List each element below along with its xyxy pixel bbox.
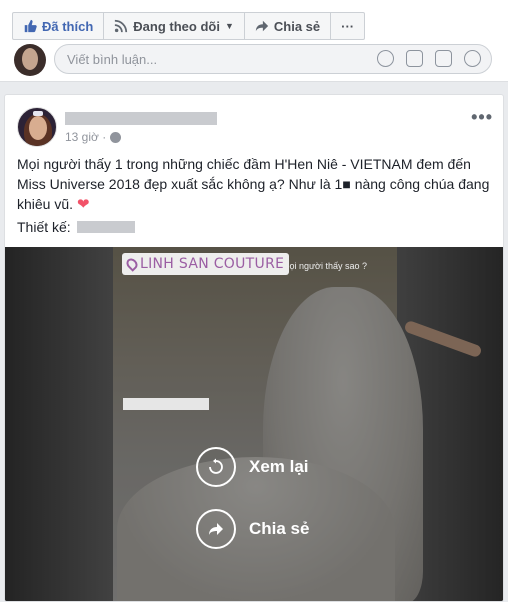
location-tag-label: LINH SAN COUTURE xyxy=(140,256,285,272)
design-credit: Thiết kế: xyxy=(17,219,135,235)
thumbs-up-icon xyxy=(24,19,37,33)
redacted-video-text xyxy=(123,398,209,410)
heart-icon: ❤ xyxy=(76,196,90,213)
chevron-down-icon: ▼ xyxy=(224,21,234,31)
redacted-author-name xyxy=(65,112,217,125)
design-label: Thiết kế: xyxy=(17,219,71,235)
globe-icon xyxy=(110,131,122,143)
location-tag: LINH SAN COUTURE xyxy=(122,253,290,275)
emoji-icon[interactable] xyxy=(377,50,394,67)
location-pin-icon xyxy=(124,256,140,272)
share-label: Chia sẻ xyxy=(273,18,321,34)
user-avatar xyxy=(14,44,46,76)
post-meta: 13 giờ · xyxy=(65,130,122,144)
comment-composer: Viết bình luận... xyxy=(14,44,494,76)
feed-post: 13 giờ · ••• Mọi người thấy 1 trong nhữn… xyxy=(4,94,504,602)
comment-tools xyxy=(377,50,481,67)
share-arrow-icon xyxy=(196,509,236,549)
video-caption: Mọi người thấy sao ? xyxy=(282,261,367,271)
rss-icon xyxy=(115,19,128,33)
sticker-icon[interactable] xyxy=(464,50,481,67)
post-body: Mọi người thấy 1 trong những chiếc đầm H… xyxy=(17,154,495,215)
like-button[interactable]: Đã thích xyxy=(13,13,105,39)
post-timestamp[interactable]: 13 giờ · xyxy=(65,130,106,144)
share-arrow-icon xyxy=(255,20,269,32)
like-label: Đã thích xyxy=(42,18,94,34)
video-share-button[interactable]: Chia sẻ xyxy=(196,509,309,549)
replay-button[interactable]: Xem lại xyxy=(196,447,309,487)
video-share-label: Chia sẻ xyxy=(249,519,310,538)
follow-label: Đang theo dõi xyxy=(133,18,220,34)
share-button[interactable]: Chia sẻ xyxy=(245,13,332,39)
post-author-avatar[interactable] xyxy=(17,107,57,147)
post-options-button[interactable]: ••• xyxy=(471,107,493,128)
post-top-card: Đã thích Đang theo dõi ▼ Chia sẻ ··· Viế… xyxy=(0,0,508,82)
comment-placeholder: Viết bình luận... xyxy=(67,52,158,67)
video-player[interactable]: LINH SAN COUTURE Mọi người thấy sao ? Xe… xyxy=(5,247,503,601)
more-dots-icon: ··· xyxy=(341,18,355,34)
more-options-button[interactable]: ··· xyxy=(331,13,364,39)
redacted-designer-name xyxy=(76,221,135,233)
comment-input[interactable]: Viết bình luận... xyxy=(54,44,492,74)
replay-icon xyxy=(196,447,236,487)
replay-label: Xem lại xyxy=(249,457,309,476)
camera-icon[interactable] xyxy=(406,50,423,67)
post-action-bar: Đã thích Đang theo dõi ▼ Chia sẻ ··· xyxy=(12,12,366,40)
gif-icon[interactable] xyxy=(435,50,452,67)
emoji-square-icon: ■ xyxy=(342,176,351,192)
follow-button[interactable]: Đang theo dõi ▼ xyxy=(104,13,245,39)
